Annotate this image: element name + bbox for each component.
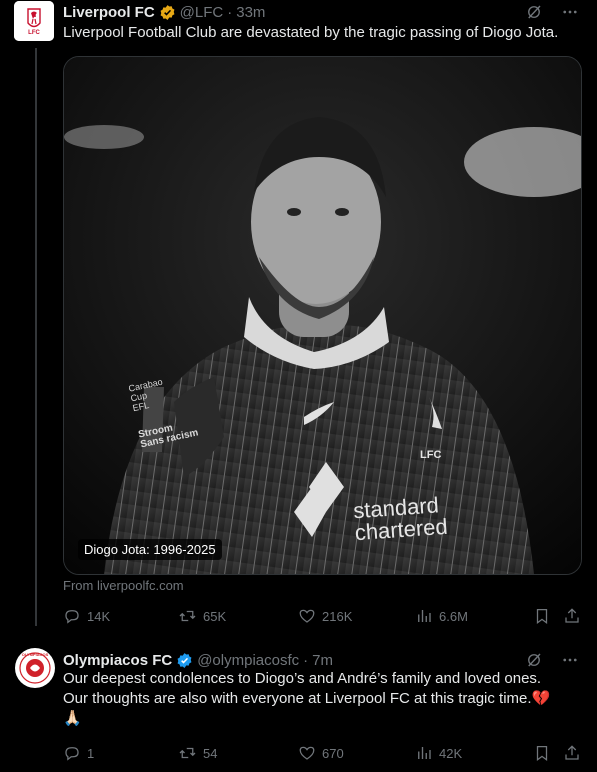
repost-button[interactable]: 54	[178, 744, 217, 762]
repost-icon	[179, 747, 196, 759]
prayer-emoji: 🙏🏻	[63, 710, 82, 727]
tweet-text-line-2: Our thoughts are also with everyone at L…	[63, 689, 583, 709]
like-icon	[299, 746, 315, 760]
share-icon	[565, 608, 579, 623]
verified-badge-icon[interactable]	[159, 4, 176, 21]
reply-icon	[65, 747, 79, 761]
separator-dot: ·	[227, 3, 233, 21]
views-count: 6.6M	[439, 608, 468, 624]
like-icon	[299, 609, 315, 623]
avatar[interactable]: OLYMPIACOS	[15, 648, 55, 688]
repost-icon	[179, 610, 196, 622]
share-button[interactable]	[563, 744, 581, 762]
separator-dot: ·	[303, 651, 309, 669]
repost-button[interactable]: 65K	[178, 607, 226, 625]
tweet-text: Our deepest condolences to Diogo’s and A…	[63, 669, 583, 729]
avatar-text: OLYMPIACOS	[21, 652, 49, 657]
action-bar: 14K 65K 216K 6.6M	[63, 607, 583, 627]
author-name[interactable]: Liverpool FC	[63, 4, 155, 21]
like-button[interactable]: 216K	[298, 607, 352, 625]
share-button[interactable]	[563, 607, 581, 625]
share-icon	[565, 745, 579, 760]
bookmark-icon	[536, 745, 548, 762]
reply-count: 1	[87, 745, 95, 761]
club-badge-text: LFC	[420, 449, 442, 461]
tweet-text: Liverpool Football Club are devastated b…	[63, 24, 559, 41]
views-button[interactable]: 6.6M	[415, 607, 468, 625]
action-bar: 1 54 670 42K	[63, 744, 583, 764]
like-button[interactable]: 670	[298, 744, 344, 762]
bookmark-icon	[536, 608, 548, 625]
broken-heart-emoji: 💔	[531, 690, 551, 707]
repost-count: 65K	[203, 608, 227, 624]
tweet-media[interactable]: standard chartered LFC Carabao Cup EFL S…	[63, 56, 582, 575]
tweet-text-line-2-content: Our thoughts are also with everyone at L…	[63, 690, 532, 707]
repost-count: 54	[203, 745, 218, 761]
tweet-header: Olympiacos FC @olympiacosfc · 7m	[63, 650, 333, 670]
more-icon[interactable]	[561, 3, 579, 26]
reply-count: 14K	[87, 608, 111, 624]
avatar[interactable]: LFC	[14, 1, 54, 41]
verified-badge-icon[interactable]	[176, 652, 193, 669]
media-caption: Diogo Jota: 1996-2025	[78, 539, 222, 560]
bookmark-button[interactable]	[533, 607, 551, 625]
author-name[interactable]: Olympiacos FC	[63, 652, 172, 669]
avatar-text: LFC	[28, 30, 40, 36]
timestamp[interactable]: 33m	[236, 4, 265, 21]
views-icon	[418, 610, 431, 622]
views-icon	[418, 747, 431, 759]
views-count: 42K	[439, 745, 463, 761]
bookmark-button[interactable]	[533, 744, 551, 762]
thread-connector-line	[35, 48, 37, 626]
reply-icon	[65, 610, 79, 624]
jersey-sponsor-text: standard chartered	[352, 492, 448, 545]
player-photo	[64, 57, 581, 574]
like-count: 670	[322, 745, 344, 761]
media-source-link[interactable]: From liverpoolfc.com	[63, 578, 184, 593]
views-button[interactable]: 42K	[415, 744, 462, 762]
reply-button[interactable]: 1	[63, 744, 94, 762]
author-handle[interactable]: @olympiacosfc	[197, 652, 299, 669]
like-count: 216K	[322, 608, 353, 624]
timestamp[interactable]: 7m	[312, 652, 333, 669]
reply-button[interactable]: 14K	[63, 607, 110, 625]
tweet-header: Liverpool FC @LFC · 33m	[63, 2, 265, 22]
author-handle[interactable]: @LFC	[180, 4, 224, 21]
tweet-text-line-1: Our deepest condolences to Diogo’s and A…	[63, 670, 542, 687]
